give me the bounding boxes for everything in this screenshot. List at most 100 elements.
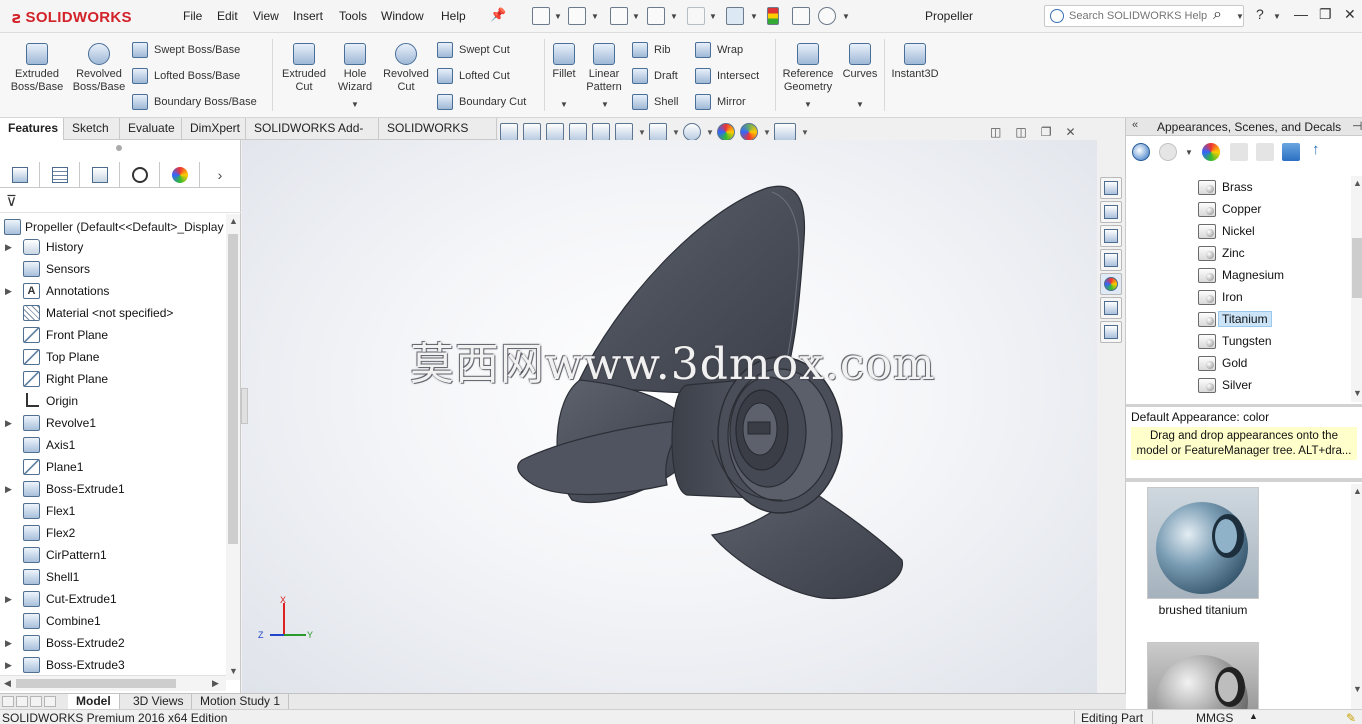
feature-tree-item[interactable]: ▶ Boss-Extrude3: [0, 654, 226, 676]
chevron-down-icon[interactable]: ▼: [591, 12, 599, 21]
feature-tree-item[interactable]: Origin: [0, 390, 226, 412]
tab-appearances[interactable]: [1100, 273, 1122, 295]
brushed-titanium-swatch[interactable]: [1147, 487, 1259, 599]
chevron-down-icon[interactable]: ▼: [601, 100, 609, 109]
select-arrow-icon[interactable]: [726, 7, 744, 25]
extruded-cut-button[interactable]: Extruded Cut: [279, 43, 329, 94]
minimize-icon[interactable]: —: [1294, 6, 1308, 22]
help-search-box[interactable]: ⌕: [1044, 5, 1244, 27]
feature-tree-item[interactable]: ▶ Boss-Extrude1: [0, 478, 226, 500]
restore-viewport-icon[interactable]: ❐: [1041, 125, 1052, 139]
feature-tree-item[interactable]: ▶ History: [0, 236, 226, 258]
scrollbar-thumb[interactable]: [1352, 238, 1362, 298]
tab-3d-views[interactable]: 3D Views: [125, 694, 193, 710]
chevron-down-icon[interactable]: ▼: [672, 128, 680, 137]
chevron-down-icon[interactable]: ▼: [560, 100, 568, 109]
appearance-folder[interactable]: Zinc: [1198, 243, 1245, 263]
expand-arrow-icon[interactable]: ▶: [5, 638, 15, 649]
tab-evaluate[interactable]: Evaluate: [120, 118, 182, 140]
feature-tree-item[interactable]: Plane1: [0, 456, 226, 478]
feature-tree-item[interactable]: Front Plane: [0, 324, 226, 346]
expand-arrow-icon[interactable]: ▶: [5, 594, 15, 605]
tab-solidworks-addins[interactable]: SOLIDWORKS Add-Ins: [246, 118, 379, 156]
chevron-down-icon[interactable]: ▼: [1273, 12, 1281, 21]
chevron-down-icon[interactable]: ▼: [856, 100, 864, 109]
menu-window[interactable]: Window: [381, 9, 424, 23]
intersect-button[interactable]: Intersect: [695, 68, 759, 84]
graphics-area[interactable]: 莫西网www.3dmox.com X Y Z: [242, 140, 1097, 693]
expand-arrow-icon[interactable]: ▶: [5, 484, 15, 495]
edit-appearance-icon[interactable]: [717, 123, 735, 141]
panel-grip-icon[interactable]: [116, 145, 122, 151]
feature-tree-item[interactable]: Flex2: [0, 522, 226, 544]
shell-button[interactable]: Shell: [632, 94, 678, 110]
expand-arrow-icon[interactable]: ▶: [5, 418, 15, 429]
dynamic-annotation-icon[interactable]: [592, 123, 610, 141]
menu-tools[interactable]: Tools: [339, 9, 367, 23]
tab-property-manager[interactable]: [40, 162, 80, 188]
tab-custom-properties[interactable]: [1100, 297, 1122, 319]
feature-tree-horizontal-scrollbar[interactable]: ◀ ▶: [0, 675, 226, 691]
add-to-favorites-icon[interactable]: [1230, 143, 1248, 161]
feature-tree-vertical-scrollbar[interactable]: ▲ ▼: [226, 214, 240, 680]
appearance-folder[interactable]: Tungsten: [1198, 331, 1272, 351]
undo-icon[interactable]: [687, 7, 705, 25]
close-viewport-icon[interactable]: ✕: [1065, 125, 1075, 139]
solidworks-logo[interactable]: ƨ SOLIDWORKS: [12, 4, 154, 30]
add-folder-icon[interactable]: [1256, 143, 1274, 161]
extruded-boss-button[interactable]: Extruded Boss/Base: [8, 43, 66, 94]
chevron-down-icon[interactable]: ▼: [750, 12, 758, 21]
tab-solidworks-resources[interactable]: [1100, 177, 1122, 199]
swatches-scrollbar[interactable]: ▲ ▼: [1351, 484, 1362, 709]
back-icon[interactable]: [1132, 143, 1150, 161]
tab-feature-manager[interactable]: [0, 162, 40, 188]
splitter[interactable]: [1126, 404, 1362, 407]
pin-panel-icon[interactable]: ⊣: [1352, 119, 1362, 133]
expand-arrow-icon[interactable]: ▶: [5, 660, 15, 671]
menu-help[interactable]: Help: [441, 9, 466, 23]
chevron-down-icon[interactable]: ▼: [801, 128, 809, 137]
appearance-folder[interactable]: Nickel: [1198, 221, 1255, 241]
help-search-input[interactable]: [1069, 8, 1209, 24]
scroll-right-icon[interactable]: ▶: [212, 678, 219, 689]
chevron-up-icon[interactable]: ▲: [1249, 711, 1258, 721]
expand-arrow-icon[interactable]: ▶: [5, 242, 15, 253]
feature-tree-item[interactable]: Axis1: [0, 434, 226, 456]
feature-tree-root[interactable]: Propeller (Default<<Default>_Display: [0, 216, 226, 238]
appearances-home-icon[interactable]: [1202, 143, 1220, 161]
linear-pattern-button[interactable]: Linear Pattern: [582, 43, 626, 94]
last-tab-icon[interactable]: [44, 696, 56, 707]
hide-show-items-icon[interactable]: [683, 123, 701, 141]
view-orientation-icon[interactable]: [615, 123, 633, 141]
feature-tree-item[interactable]: ▶ Cut-Extrude1: [0, 588, 226, 610]
tab-configuration-manager[interactable]: [80, 162, 120, 188]
apply-scene-icon[interactable]: [740, 123, 758, 141]
view-settings-icon[interactable]: [774, 123, 796, 141]
tab-display-manager[interactable]: [160, 162, 200, 188]
splitter[interactable]: [1126, 478, 1362, 482]
chevron-down-icon[interactable]: ▼: [638, 128, 646, 137]
tab-file-explorer[interactable]: [1100, 225, 1122, 247]
tab-forum[interactable]: [1100, 321, 1122, 343]
chevron-down-icon[interactable]: ▼: [670, 12, 678, 21]
lofted-cut-button[interactable]: Lofted Cut: [437, 68, 510, 84]
feature-tree-item[interactable]: ▶ A Annotations: [0, 280, 226, 302]
draft-button[interactable]: Draft: [632, 68, 678, 84]
feature-tree-item[interactable]: ▶ Revolve1: [0, 412, 226, 434]
feature-tree-item[interactable]: Material <not specified>: [0, 302, 226, 324]
menu-view[interactable]: View: [253, 9, 279, 23]
next-pane-icon[interactable]: ◫: [1015, 125, 1026, 139]
appearance-folder[interactable]: Gold: [1198, 353, 1247, 373]
tab-sketch[interactable]: Sketch: [64, 118, 120, 140]
menu-edit[interactable]: Edit: [217, 9, 238, 23]
chevron-down-icon[interactable]: ▼: [632, 12, 640, 21]
forward-icon[interactable]: [1159, 143, 1177, 161]
tab-solidworks-mbd[interactable]: SOLIDWORKS MBD: [379, 118, 497, 156]
tab-dimxpert-manager[interactable]: [120, 162, 160, 188]
swept-boss-button[interactable]: Swept Boss/Base: [132, 42, 240, 58]
tab-view-palette[interactable]: [1100, 249, 1122, 271]
chevron-down-icon[interactable]: ▼: [1185, 148, 1193, 157]
scroll-up-icon[interactable]: ▲: [1353, 178, 1362, 188]
close-icon[interactable]: ✕: [1344, 6, 1356, 23]
menu-file[interactable]: File: [183, 9, 202, 23]
